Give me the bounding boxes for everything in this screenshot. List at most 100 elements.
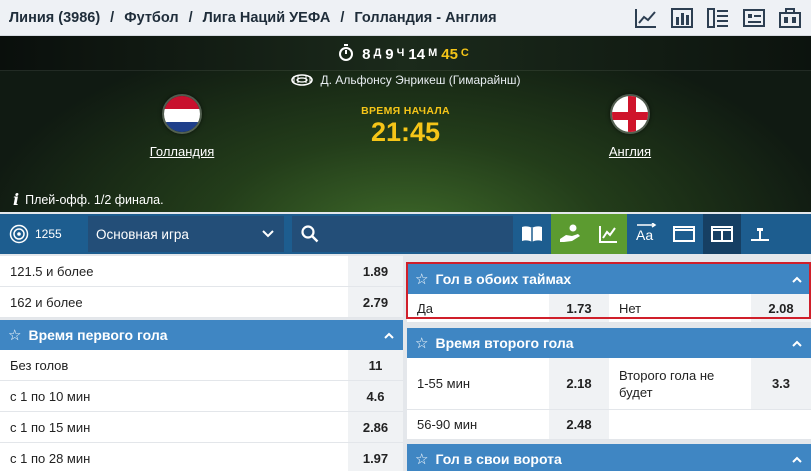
countdown-seconds-unit: С [460, 47, 469, 59]
market-row: Да 1.73 Нет 2.08 [407, 294, 811, 323]
outcome-cell: Второго гола не будет 3.3 [609, 358, 811, 409]
chevron-up-icon[interactable] [783, 272, 811, 286]
odds-button[interactable]: 2.86 [348, 412, 403, 442]
star-icon[interactable]: ☆ [415, 270, 428, 288]
market-header-both-halves[interactable]: ☆ Гол в обоих таймах [407, 264, 811, 294]
info-icon: i [13, 190, 20, 209]
countdown-hours: 9 [385, 46, 394, 63]
font-size-button[interactable]: Aa [627, 214, 665, 254]
outcome-label: Второго гола не будет [619, 367, 715, 400]
odds-button[interactable]: 2.48 [549, 410, 609, 439]
search-icon [301, 225, 319, 243]
graph-up-icon [599, 226, 617, 243]
breadcrumb-match[interactable]: Голландия - Англия [354, 10, 496, 26]
chevron-up-icon[interactable] [783, 452, 811, 466]
countdown-minutes: 14 [408, 46, 426, 63]
market-row: 1-55 мин 2.18 Второго гола не будет 3.3 [407, 358, 811, 410]
market-count: 1255 [0, 224, 88, 244]
bar-chart-icon[interactable] [667, 3, 697, 33]
breadcrumb-separator: / [188, 9, 193, 26]
stopwatch-icon [338, 44, 354, 65]
odds-button[interactable]: 2.08 [751, 294, 811, 322]
market-toolbar: 1255 Основная игра Aa [0, 214, 811, 254]
odds-button[interactable]: 3.3 [751, 358, 811, 409]
market-select[interactable]: Основная игра [88, 216, 284, 252]
star-icon[interactable]: ☆ [8, 326, 21, 344]
chevron-up-icon[interactable] [783, 336, 811, 350]
outcome-label: 121.5 и более [10, 263, 94, 279]
header-icons [625, 3, 805, 33]
divider [0, 70, 811, 71]
left-market-column: 121.5 и более 1.89 162 и более 2.79 ☆ Вр… [0, 256, 403, 471]
breadcrumb-separator: / [110, 9, 115, 26]
market-row: с 1 по 15 мин 2.86 [0, 412, 403, 443]
market-row: с 1 по 28 мин 1.97 [0, 443, 403, 471]
breadcrumb-bar: Линия (3986) / Футбол / Лига Наций УЕФА … [0, 0, 811, 36]
outcome-cell: Да 1.73 [407, 294, 609, 322]
chevron-up-icon[interactable] [375, 328, 403, 342]
market-title: Гол в обоих таймах [435, 271, 572, 287]
market-count-value: 1255 [35, 227, 62, 241]
odds-button[interactable]: 11 [348, 350, 403, 380]
breadcrumb-line[interactable]: Линия (3986) [9, 10, 100, 26]
stadium-icon [290, 74, 313, 86]
market-select-value: Основная игра [96, 226, 189, 242]
book-icon [522, 226, 542, 242]
breadcrumb-league[interactable]: Лига Наций УЕФА [203, 10, 331, 26]
outcome-cell: Нет 2.08 [609, 294, 811, 322]
odds-button[interactable]: 1.73 [549, 294, 609, 322]
pin-button[interactable] [741, 214, 779, 254]
market-row: 56-90 мин 2.48 [407, 410, 811, 440]
book-button[interactable] [513, 214, 551, 254]
scoreboard-icon[interactable] [775, 3, 805, 33]
pin-icon [751, 228, 769, 241]
odds-button[interactable]: 2.79 [348, 287, 403, 317]
star-icon[interactable]: ☆ [415, 450, 428, 468]
settings-toggle-icon[interactable] [739, 3, 769, 33]
market-header-second-goal[interactable]: ☆ Время второго гола [407, 328, 811, 358]
outcome-cell: 56-90 мин 2.48 [407, 410, 609, 439]
away-team-link[interactable]: Англия [570, 144, 690, 159]
countdown-timer: 8 Д 9 Ч 14 М 45 С [0, 44, 811, 65]
market-row: Без голов 11 [0, 350, 403, 381]
stadium: Д. Альфонсу Энрикеш (Гимарайнш) [0, 73, 811, 87]
breadcrumb-football[interactable]: Футбол [124, 10, 178, 26]
countdown-seconds: 45 [441, 46, 458, 63]
odds-button[interactable]: 1.97 [348, 443, 403, 471]
search-button[interactable] [292, 216, 328, 252]
layout-double-button[interactable] [703, 214, 741, 254]
market-row: 162 и более 2.79 [0, 287, 403, 318]
font-size-icon: Aa [634, 221, 658, 246]
market-header-own-goal[interactable]: ☆ Гол в свои ворота [407, 444, 811, 471]
market-title: Время первого гола [28, 327, 168, 343]
outcome-label: с 1 по 10 мин [10, 388, 91, 404]
market-header-first-goal[interactable]: ☆ Время первого гола [0, 320, 403, 350]
outcome-label: 162 и более [10, 294, 83, 310]
odds-button[interactable]: 2.18 [549, 358, 609, 409]
odds-button[interactable]: 4.6 [348, 381, 403, 411]
outcome-label: с 1 по 28 мин [10, 450, 91, 466]
match-info-text: Плей-офф. 1/2 финала. [25, 192, 164, 207]
outcome-label: Да [417, 300, 434, 316]
layout-single-button[interactable] [665, 214, 703, 254]
target-icon [9, 224, 29, 244]
single-column-icon [673, 226, 695, 242]
countdown-days-unit: Д [373, 47, 382, 59]
outcome-label: 56-90 мин [417, 417, 478, 432]
odds-button[interactable]: 1.89 [348, 256, 403, 286]
outcome-label: Нет [619, 300, 642, 316]
chart-line-icon[interactable] [631, 3, 661, 33]
market-row: 121.5 и более 1.89 [0, 256, 403, 287]
outcome-label: 1-55 мин [417, 376, 471, 391]
chevron-down-icon [262, 230, 274, 238]
market-title: Гол в свои ворота [435, 451, 562, 467]
search-input[interactable] [328, 216, 513, 252]
bet-builder-button[interactable] [551, 214, 589, 254]
countdown-minutes-unit: М [428, 47, 438, 59]
breadcrumb-separator: / [340, 9, 345, 26]
star-icon[interactable]: ☆ [415, 334, 428, 352]
match-header: 8 Д 9 Ч 14 М 45 С Д. Альфонсу Энрикеш (Гимарайн… [0, 36, 811, 212]
outcome-label: с 1 по 15 мин [10, 419, 91, 435]
list-icon[interactable] [703, 3, 733, 33]
cashout-button[interactable] [589, 214, 627, 254]
